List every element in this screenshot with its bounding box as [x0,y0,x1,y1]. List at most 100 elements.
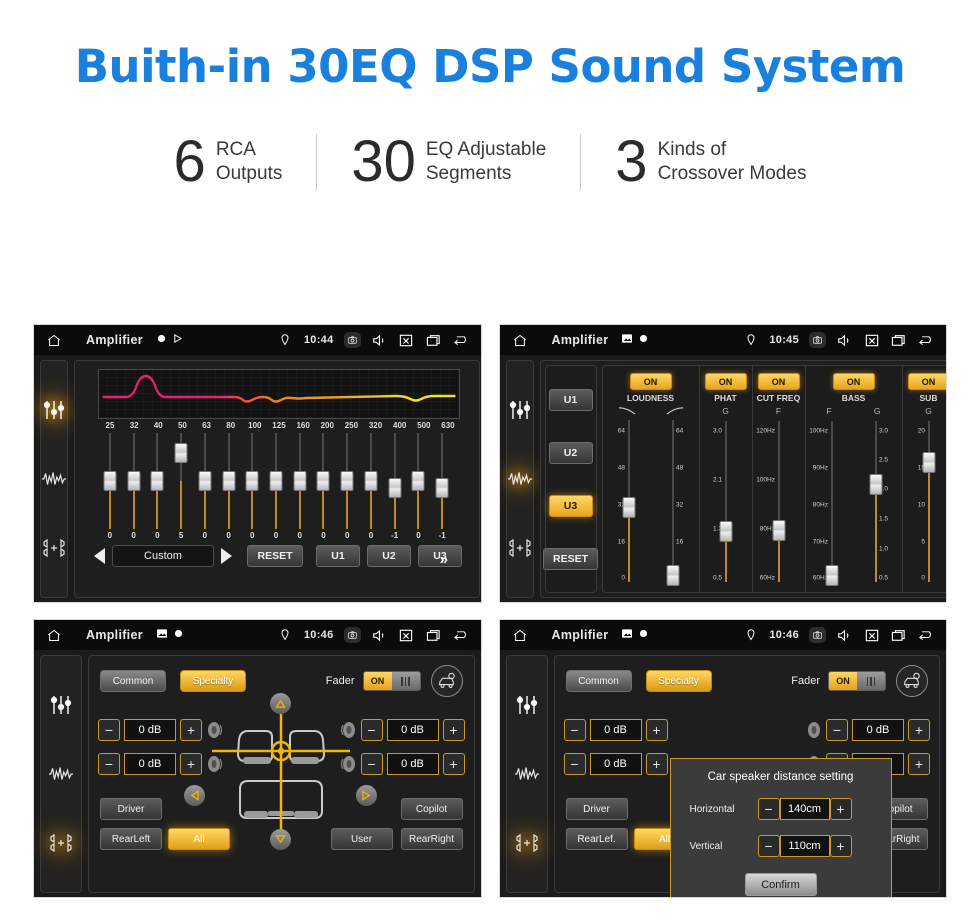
tab-specialty[interactable]: Specialty [180,670,246,692]
tab-common[interactable]: Common [100,670,166,692]
cutfreq-slider[interactable]: 120Hz 100Hz 80Hz 60Hz [756,418,801,586]
seat-button-user[interactable]: User [330,828,393,850]
plus-button[interactable]: + [442,753,465,775]
plus-button[interactable]: + [442,719,465,741]
eq-slider[interactable] [288,433,312,529]
minus-button[interactable]: − [360,753,383,775]
plus-button[interactable]: + [829,835,852,857]
seat-button-driver[interactable]: Driver [100,798,162,820]
camera-icon[interactable] [343,627,361,643]
eq-slider[interactable] [122,433,146,529]
loudness-slider-1[interactable]: 64 48 32 16 0 [607,417,651,586]
minus-button[interactable]: − [563,753,586,775]
eq-slider[interactable] [145,433,169,529]
equalizer-icon[interactable] [507,397,533,423]
seat-button-rearleft[interactable]: RearLeft [100,828,162,850]
phat-on-button[interactable]: ON [704,373,747,390]
plus-button[interactable]: + [908,719,930,741]
confirm-button[interactable]: Confirm [744,873,817,896]
tab-common[interactable]: Common [565,670,632,692]
eq-slider[interactable] [359,433,383,529]
plus-button[interactable]: + [645,719,668,741]
loudness-on-button[interactable]: ON [629,373,672,390]
minus-button[interactable]: − [360,719,383,741]
balance-icon[interactable] [514,830,540,856]
eq-slider[interactable] [383,433,407,529]
eq-slider[interactable] [335,433,359,529]
close-icon[interactable] [863,332,880,348]
seat-button-all[interactable]: All [168,828,230,850]
home-icon[interactable] [46,333,62,348]
eq-slider[interactable] [169,433,193,529]
bass-freq-slider[interactable]: 100Hz 90Hz 80Hz 70Hz 60Hz [809,418,854,586]
volume-icon[interactable] [836,332,853,348]
close-icon[interactable] [863,627,880,643]
fader-toggle[interactable]: ON [362,671,421,691]
waveform-icon[interactable] [41,466,67,492]
minus-button[interactable]: − [757,835,780,857]
volume-icon[interactable] [371,627,388,643]
fader-toggle[interactable]: ON [828,671,886,691]
home-icon[interactable] [46,628,62,643]
arrow-right-icon[interactable] [356,785,378,806]
volume-icon[interactable] [371,332,388,348]
home-icon[interactable] [512,333,528,348]
minus-button[interactable]: − [563,719,586,741]
balance-icon[interactable] [41,535,67,561]
chevron-right-icon[interactable]: » [440,551,448,568]
bass-on-button[interactable]: ON [832,373,875,390]
car-gear-icon[interactable] [896,665,928,697]
seat-button-driver[interactable]: Driver [565,798,628,820]
equalizer-icon[interactable] [41,397,67,423]
equalizer-icon[interactable] [514,692,540,718]
seat-button-copilot[interactable]: Copilot [400,798,463,820]
recents-icon[interactable] [425,332,442,348]
phat-gain-slider[interactable]: 3.0 2.1 1.3 0.5 [704,418,748,586]
plus-button[interactable]: + [180,719,202,741]
loudness-slider-2[interactable]: 64 48 32 16 0 [651,417,695,586]
recents-icon[interactable] [890,332,907,348]
arrow-up-icon[interactable] [270,693,292,714]
balance-icon[interactable] [507,535,533,561]
camera-icon[interactable] [343,332,361,348]
preset-u2-button[interactable]: U2 [367,545,411,567]
waveform-icon[interactable] [48,761,74,787]
camera-icon[interactable] [809,627,826,643]
eq-slider[interactable] [430,433,454,529]
plus-button[interactable]: + [908,753,930,775]
minus-button[interactable]: − [757,798,780,820]
tab-specialty[interactable]: Specialty [645,670,712,692]
recents-icon[interactable] [425,627,442,643]
camera-icon[interactable] [809,332,826,348]
preset-u2-button[interactable]: U2 [548,441,593,464]
eq-slider[interactable] [240,433,264,529]
volume-icon[interactable] [836,627,853,643]
bass-gain-slider[interactable]: 3.0 2.5 2.0 1.5 1.0 0.5 [854,418,898,586]
plus-button[interactable]: + [829,798,852,820]
arrow-left-icon[interactable] [184,785,206,806]
eq-slider[interactable] [193,433,217,529]
balance-icon[interactable] [48,830,74,856]
recents-icon[interactable] [890,627,907,643]
equalizer-icon[interactable] [48,692,74,718]
minus-button[interactable]: − [98,719,120,741]
cutfreq-on-button[interactable]: ON [757,373,800,390]
car-gear-icon[interactable] [430,665,463,697]
eq-slider[interactable] [264,433,288,529]
reset-button[interactable]: RESET [247,545,303,567]
prev-preset-button[interactable] [94,548,105,564]
plus-button[interactable]: + [180,753,202,775]
close-icon[interactable] [398,332,415,348]
eq-slider[interactable] [312,433,336,529]
preset-u3-button[interactable]: U3 [548,494,593,517]
back-icon[interactable] [452,332,469,348]
arrow-down-icon[interactable] [270,829,292,850]
preset-u1-button[interactable]: U1 [548,388,593,411]
minus-button[interactable]: − [826,719,848,741]
waveform-icon[interactable] [514,761,540,787]
close-icon[interactable] [398,627,415,643]
eq-slider[interactable] [407,433,431,529]
back-icon[interactable] [917,627,934,643]
plus-button[interactable]: + [645,753,668,775]
minus-button[interactable]: − [98,753,120,775]
